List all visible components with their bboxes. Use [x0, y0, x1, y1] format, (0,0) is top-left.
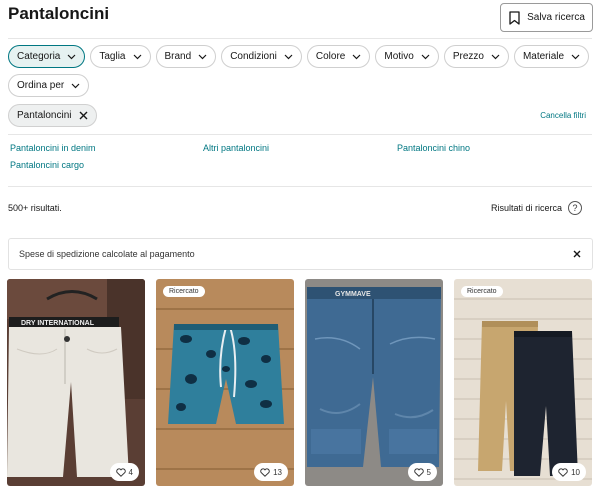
filter-label: Brand	[164, 51, 192, 62]
subcategory-link[interactable]: Pantaloncini chino	[397, 143, 470, 153]
filter-label: Motivo	[384, 51, 414, 62]
filter-label: Categoria	[17, 51, 61, 62]
chevron-down-icon	[352, 54, 361, 59]
svg-text:DRY INTERNATIONAL: DRY INTERNATIONAL	[21, 320, 95, 327]
filter-ordina-per[interactable]: Ordina per	[8, 74, 90, 97]
denim-shorts-photo: GYMMAVE	[305, 279, 443, 486]
save-search-button[interactable]: Salva ricerca	[500, 3, 593, 32]
chevron-down-icon	[571, 54, 580, 59]
listing-grid: DRY INTERNATIONAL 4 Ricercato 13 GYMMAVE…	[7, 279, 594, 486]
shipping-notice-text: Spese di spedizione calcolate al pagamen…	[19, 249, 195, 259]
filter-label: Condizioni	[230, 51, 277, 62]
chevron-down-icon	[67, 54, 76, 59]
chevron-down-icon	[133, 54, 141, 59]
clear-filters-link[interactable]: Cancella filtri	[540, 111, 586, 120]
searched-badge: Ricercato	[163, 286, 205, 297]
chevron-down-icon	[71, 83, 80, 88]
filter-colore[interactable]: Colore	[306, 45, 371, 68]
subcategory-link[interactable]: Altri pantaloncini	[203, 143, 269, 153]
listing-card[interactable]: DRY INTERNATIONAL 4	[7, 279, 145, 486]
applied-filters-row: Pantaloncini Cancella filtri	[8, 104, 586, 127]
leopard-swim-shorts-photo	[156, 279, 294, 486]
chevron-down-icon	[491, 54, 500, 59]
filter-label: Prezzo	[452, 51, 484, 62]
page-title: Pantaloncini	[8, 4, 110, 23]
subcategory-link[interactable]: Pantaloncini in denim	[10, 143, 96, 153]
listing-card[interactable]: Ricercato 10	[454, 279, 592, 486]
subcategory-link[interactable]: Pantaloncini cargo	[10, 160, 84, 170]
search-results-info[interactable]: Risultati di ricerca ?	[491, 201, 582, 215]
close-icon[interactable]	[79, 111, 88, 120]
save-search-label: Salva ricerca	[527, 12, 585, 23]
filter-materiale[interactable]: Materiale	[513, 45, 590, 68]
listing-card[interactable]: Ricercato 13	[156, 279, 294, 486]
results-count: 500+ risultati.	[8, 203, 62, 213]
header-divider	[8, 38, 592, 39]
filter-motivo[interactable]: Motivo	[375, 45, 439, 68]
white-shorts-photo: DRY INTERNATIONAL	[7, 279, 145, 486]
svg-text:GYMMAVE: GYMMAVE	[335, 291, 371, 298]
chevron-down-icon	[421, 54, 430, 59]
listing-card[interactable]: GYMMAVE 5	[305, 279, 443, 486]
close-icon[interactable]	[571, 248, 583, 260]
applied-filter-chip[interactable]: Pantaloncini	[8, 104, 98, 127]
filter-label: Materiale	[522, 51, 565, 62]
favorite-count: 10	[571, 467, 580, 477]
chevron-down-icon	[284, 54, 293, 59]
searched-badge: Ricercato	[461, 286, 503, 297]
favorite-count: 4	[128, 467, 133, 477]
filter-label: Ordina per	[17, 80, 65, 91]
chevron-down-icon	[198, 54, 207, 59]
filter-bar: Categoria Taglia Brand Condizioni Colore…	[8, 45, 592, 97]
favorite-count: 5	[426, 467, 431, 477]
filter-brand[interactable]: Brand	[155, 45, 217, 68]
favorite-button[interactable]: 10	[552, 463, 586, 481]
filter-categoria[interactable]: Categoria	[8, 45, 86, 68]
applied-filter-label: Pantaloncini	[17, 110, 72, 121]
bookmark-icon	[509, 10, 520, 25]
heart-icon	[115, 467, 126, 477]
filter-taglia[interactable]: Taglia	[90, 45, 151, 68]
heart-icon	[260, 467, 270, 477]
filter-label: Colore	[315, 51, 346, 62]
chino-shorts-pair-photo	[454, 279, 592, 486]
filter-label: Taglia	[99, 51, 126, 62]
heart-icon	[558, 467, 568, 477]
favorite-button[interactable]: 4	[109, 463, 139, 481]
heart-icon	[413, 467, 424, 477]
favorite-count: 13	[273, 467, 282, 477]
favorite-button[interactable]: 13	[254, 463, 288, 481]
shipping-notice: Spese di spedizione calcolate al pagamen…	[8, 238, 593, 270]
search-results-label: Risultati di ricerca	[490, 203, 562, 213]
favorite-button[interactable]: 5	[407, 463, 437, 481]
filters-divider	[8, 134, 592, 135]
filter-prezzo[interactable]: Prezzo	[443, 45, 509, 68]
filter-condizioni[interactable]: Condizioni	[221, 45, 302, 68]
help-icon[interactable]: ?	[568, 201, 582, 215]
subcategory-divider	[8, 186, 592, 187]
